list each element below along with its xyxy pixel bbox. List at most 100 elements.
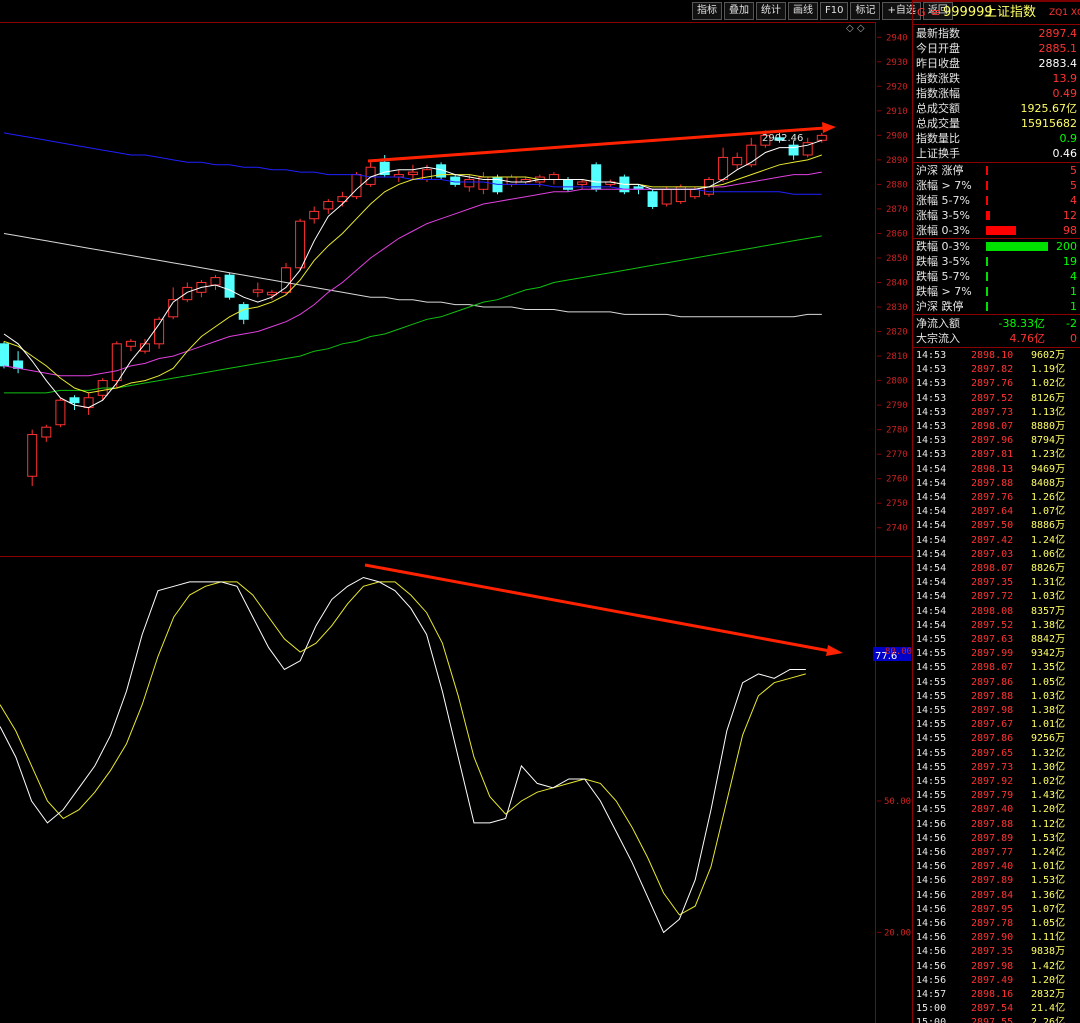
candle-body (41, 426, 52, 438)
breadth-row: 跌幅 > 7% 1 (913, 284, 1080, 299)
tick-row[interactable]: 14:56 2897.40 1.01亿 (913, 860, 1080, 874)
tick-row[interactable]: 14:56 2897.89 1.53亿 (913, 832, 1080, 846)
tick-row[interactable]: 14:55 2897.73 1.30亿 (913, 761, 1080, 775)
tick-row[interactable]: 14:55 2898.07 1.35亿 (913, 661, 1080, 675)
candle-body (506, 176, 517, 185)
chart-options-icon[interactable]: ◇ ◇ (846, 23, 865, 34)
tick-row[interactable]: 15:00 2897.55 2.26亿 (913, 1016, 1080, 1023)
candle-body (577, 181, 588, 185)
toolbar-button-2[interactable]: 统计 (756, 2, 786, 20)
breadth-bar (986, 242, 1048, 251)
candle-body (13, 360, 24, 369)
breadth-row: 涨幅 0-3% 98 (913, 223, 1080, 238)
tick-row[interactable]: 14:56 2897.89 1.53亿 (913, 874, 1080, 888)
candle-body (210, 277, 221, 286)
tick-row[interactable]: 14:54 2897.52 1.38亿 (913, 619, 1080, 633)
breadth-label: 涨幅 3-5% (916, 209, 970, 222)
tick-row[interactable]: 14:56 2897.77 1.24亿 (913, 846, 1080, 860)
tick-row[interactable]: 14:56 2897.84 1.36亿 (913, 889, 1080, 903)
tick-row[interactable]: 14:55 2897.92 1.02亿 (913, 775, 1080, 789)
tick-price: 2897.77 (971, 847, 1014, 858)
tick-time: 14:55 (916, 761, 947, 773)
toolbar-button-1[interactable]: 叠加 (724, 2, 754, 20)
breadth-value: 200 (1056, 240, 1077, 253)
chart-area[interactable]: 2940 2930 2920 2910 2900 2890 2880 2870 2860 2850… (0, 0, 912, 1023)
tick-row[interactable]: 14:53 2897.76 1.02亿 (913, 377, 1080, 391)
candle-body (309, 210, 320, 220)
candle-body (182, 286, 193, 301)
quote-label: 上证换手 (916, 147, 960, 160)
tick-row[interactable]: 14:53 2898.07 8880万 (913, 420, 1080, 434)
tick-row[interactable]: 14:54 2898.08 8357万 (913, 605, 1080, 619)
tick-row[interactable]: 14:54 2897.42 1.24亿 (913, 534, 1080, 548)
breadth-bar (986, 257, 988, 266)
breadth-value: 19 (1063, 255, 1077, 268)
tick-volume: 1.23亿 (1031, 449, 1066, 461)
breadth-label: 涨幅 > 7% (916, 179, 972, 192)
breadth-bar (986, 226, 1016, 235)
tick-row[interactable]: 14:54 2897.64 1.07亿 (913, 505, 1080, 519)
tick-price: 2897.65 (971, 747, 1014, 759)
candle-body (238, 304, 249, 320)
toolbar-button-5[interactable]: 标记 (850, 2, 881, 20)
tick-row[interactable]: 14:55 2897.65 1.32亿 (913, 747, 1080, 761)
price-tick-label: 2930 (886, 58, 908, 68)
quote-row: 指数涨跌 13.9 (913, 71, 1080, 86)
tick-row[interactable]: 14:55 2897.63 8842万 (913, 633, 1080, 647)
tick-row[interactable]: 14:55 2897.79 1.43亿 (913, 789, 1080, 803)
tick-price: 2898.13 (971, 463, 1014, 475)
tick-row[interactable]: 14:53 2897.81 1.23亿 (913, 448, 1080, 462)
tick-row[interactable]: 14:54 2897.72 1.03亿 (913, 590, 1080, 604)
tick-row[interactable]: 14:53 2897.82 1.19亿 (913, 363, 1080, 377)
tick-row[interactable]: 14:55 2897.86 1.05亿 (913, 676, 1080, 690)
tick-time: 14:54 (916, 492, 947, 503)
tick-row[interactable]: 14:54 2898.07 8826万 (913, 562, 1080, 576)
tick-row[interactable]: 14:55 2897.86 9256万 (913, 732, 1080, 746)
tick-row[interactable]: 14:54 2897.35 1.31亿 (913, 576, 1080, 590)
tick-row[interactable]: 14:54 2897.76 1.26亿 (913, 491, 1080, 505)
tick-row[interactable]: 14:56 2897.90 1.11亿 (913, 931, 1080, 945)
tick-row[interactable]: 14:57 2898.16 2832万 (913, 988, 1080, 1002)
breadth-row: 沪深 跌停 1 (913, 299, 1080, 314)
kline-chart[interactable]: 2940 2930 2920 2910 2900 2890 2880 2870 2860 2850… (0, 0, 912, 1023)
tick-time: 14:55 (916, 747, 947, 759)
tick-row[interactable]: 14:55 2897.98 1.38亿 (913, 704, 1080, 718)
tick-time: 14:56 (916, 818, 947, 830)
tick-price: 2897.03 (971, 548, 1014, 560)
tick-row[interactable]: 14:55 2897.67 1.01亿 (913, 718, 1080, 732)
quote-value: 15915682 (1021, 117, 1077, 130)
tick-row[interactable]: 14:56 2897.49 1.20亿 (913, 974, 1080, 988)
toolbar-button-3[interactable]: 画线 (788, 2, 818, 20)
candle-body (281, 267, 291, 293)
tick-price: 2898.07 (971, 563, 1014, 574)
tick-divider (913, 347, 1080, 348)
tick-row[interactable]: 14:56 2897.98 1.42亿 (913, 960, 1080, 974)
tick-row[interactable]: 14:55 2897.88 1.03亿 (913, 690, 1080, 704)
candle-body (548, 174, 559, 181)
candle-body (464, 179, 475, 188)
tick-row[interactable]: 15:00 2897.54 21.4亿 (913, 1002, 1080, 1016)
tick-row[interactable]: 14:54 2897.50 8886万 (913, 519, 1080, 533)
tick-row[interactable]: 14:56 2897.95 1.07亿 (913, 903, 1080, 917)
tick-row[interactable]: 14:54 2897.03 1.06亿 (913, 548, 1080, 562)
breadth-bar (986, 302, 988, 311)
candle (154, 316, 165, 349)
tick-row[interactable]: 14:56 2897.35 9838万 (913, 945, 1080, 959)
toolbar-button-0[interactable]: 指标 (692, 2, 722, 20)
tick-volume: 8826万 (1031, 563, 1066, 574)
tick-row[interactable]: 14:53 2897.52 8126万 (913, 392, 1080, 406)
menu-icon[interactable]: ≡ (931, 3, 940, 23)
tick-row[interactable]: 14:54 2898.13 9469万 (913, 463, 1080, 477)
tick-volume: 1.26亿 (1031, 492, 1066, 503)
tick-row[interactable]: 14:55 2897.40 1.20亿 (913, 803, 1080, 817)
tick-row[interactable]: 14:53 2897.96 8794万 (913, 434, 1080, 448)
tick-row[interactable]: 14:56 2897.78 1.05亿 (913, 917, 1080, 931)
tick-row[interactable]: 14:53 2898.10 9602万 (913, 349, 1080, 363)
tick-row[interactable]: 14:54 2897.88 8408万 (913, 477, 1080, 491)
tick-time: 14:55 (916, 705, 947, 716)
tick-row[interactable]: 14:53 2897.73 1.13亿 (913, 406, 1080, 420)
tick-row[interactable]: 14:55 2897.99 9342万 (913, 647, 1080, 661)
tick-row[interactable]: 14:56 2897.88 1.12亿 (913, 818, 1080, 832)
tick-price: 2897.76 (971, 378, 1014, 390)
toolbar-button-4[interactable]: F10 (820, 2, 849, 20)
